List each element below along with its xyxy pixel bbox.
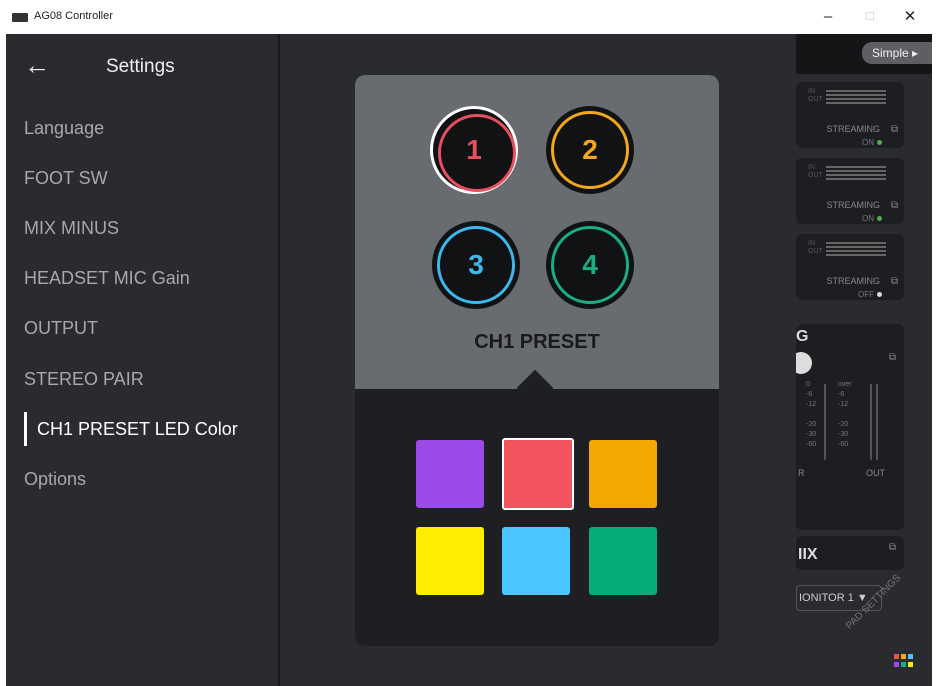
mix-section: IIX ⧉ [796, 536, 904, 570]
status-dot [877, 140, 882, 145]
menu-item-language[interactable]: Language [24, 118, 104, 139]
preset-pad-area: 1 2 3 4 CH1 PRESET [355, 75, 719, 389]
mix-panel: G ⧉ 0 -6 -12 -20 -30 -60 over -6 -12 -20 -30 -60… [790, 324, 904, 530]
title-bar: AG08 Controller – ☐ ✕ [0, 0, 936, 34]
streaming-state: ON [862, 138, 874, 147]
streaming-state: ON [862, 214, 874, 223]
color-swatch-light-blue[interactable] [502, 527, 570, 595]
streaming-label: STREAMING [826, 124, 880, 134]
meter-bar [870, 384, 872, 460]
preset-pad-1[interactable]: 1 [430, 106, 518, 194]
in-out-label: IN OUT [808, 240, 823, 255]
maximize-button[interactable]: ☐ [854, 6, 886, 28]
level-meter [826, 242, 886, 244]
in-out-label: IN OUT [808, 164, 823, 179]
simple-mode-button[interactable]: Simple ▸ [862, 42, 932, 64]
preset-color-card: 1 2 3 4 CH1 PRESET [355, 75, 719, 646]
app-window: Simple ▸ IN OUT STREAMING ON ⧉ IN OUT STRE… [6, 34, 932, 686]
streaming-state: OFF [858, 290, 874, 299]
active-indicator [24, 412, 27, 446]
menu-item-headset-mic-gain[interactable]: HEADSET MIC Gain [24, 268, 190, 289]
level-meter [826, 166, 886, 168]
meter-bar [824, 384, 826, 460]
partial-heading: G [796, 328, 809, 345]
in-out-label: IN OUT [808, 88, 823, 103]
menu-item-stereo-pair[interactable]: STEREO PAIR [24, 369, 144, 390]
meter-scale: over -6 -12 -20 -30 -60 [838, 381, 852, 448]
streaming-label: STREAMING [826, 200, 880, 210]
external-link-icon[interactable]: ⧉ [891, 200, 898, 211]
pad-grid-icon[interactable] [894, 654, 914, 668]
menu-item-ch1-preset-led-color[interactable]: CH1 PRESET LED Color [37, 419, 238, 440]
channel-strip-3: IN OUT STREAMING OFF ⧉ [796, 234, 904, 300]
menu-item-output[interactable]: OUTPUT [24, 318, 98, 339]
external-link-icon[interactable]: ⧉ [891, 276, 898, 287]
preset-pad-3[interactable]: 3 [432, 221, 520, 309]
menu-item-foot-sw[interactable]: FOOT SW [24, 168, 108, 189]
channel-strip-1: IN OUT STREAMING ON ⧉ [796, 82, 904, 148]
out-label: OUT [866, 468, 885, 478]
level-meter [826, 90, 886, 92]
back-arrow-icon[interactable]: ← [24, 50, 54, 80]
status-dot [877, 216, 882, 221]
color-swatch-orange[interactable] [589, 440, 657, 508]
preset-pad-4[interactable]: 4 [546, 221, 634, 309]
meter-bar [876, 384, 878, 460]
mix-label: IIX [798, 546, 818, 563]
minimize-button[interactable]: – [812, 6, 844, 28]
menu-item-options[interactable]: Options [24, 469, 86, 490]
color-swatch-purple[interactable] [416, 440, 484, 508]
external-link-icon[interactable]: ⧉ [891, 124, 898, 135]
settings-sidebar: ← Settings Language FOOT SW MIX MINUS HE… [6, 34, 278, 686]
settings-title: Settings [106, 56, 175, 77]
app-icon [12, 13, 28, 22]
preset-label: CH1 PRESET [474, 331, 600, 353]
r-label: R [798, 468, 805, 478]
channel-strip-2: IN OUT STREAMING ON ⧉ [796, 158, 904, 224]
color-swatch-green[interactable] [589, 527, 657, 595]
status-dot [877, 292, 882, 297]
external-link-icon[interactable]: ⧉ [889, 352, 896, 363]
preset-pad-2[interactable]: 2 [546, 106, 634, 194]
close-button[interactable]: ✕ [894, 6, 926, 28]
streaming-label: STREAMING [826, 276, 880, 286]
menu-item-mix-minus[interactable]: MIX MINUS [24, 218, 119, 239]
external-link-icon[interactable]: ⧉ [889, 542, 896, 553]
color-swatch-yellow[interactable] [416, 527, 484, 595]
color-swatch-red[interactable] [502, 438, 574, 510]
window-title: AG08 Controller [34, 10, 113, 22]
meter-scale: 0 -6 -12 -20 -30 -60 [806, 381, 817, 448]
